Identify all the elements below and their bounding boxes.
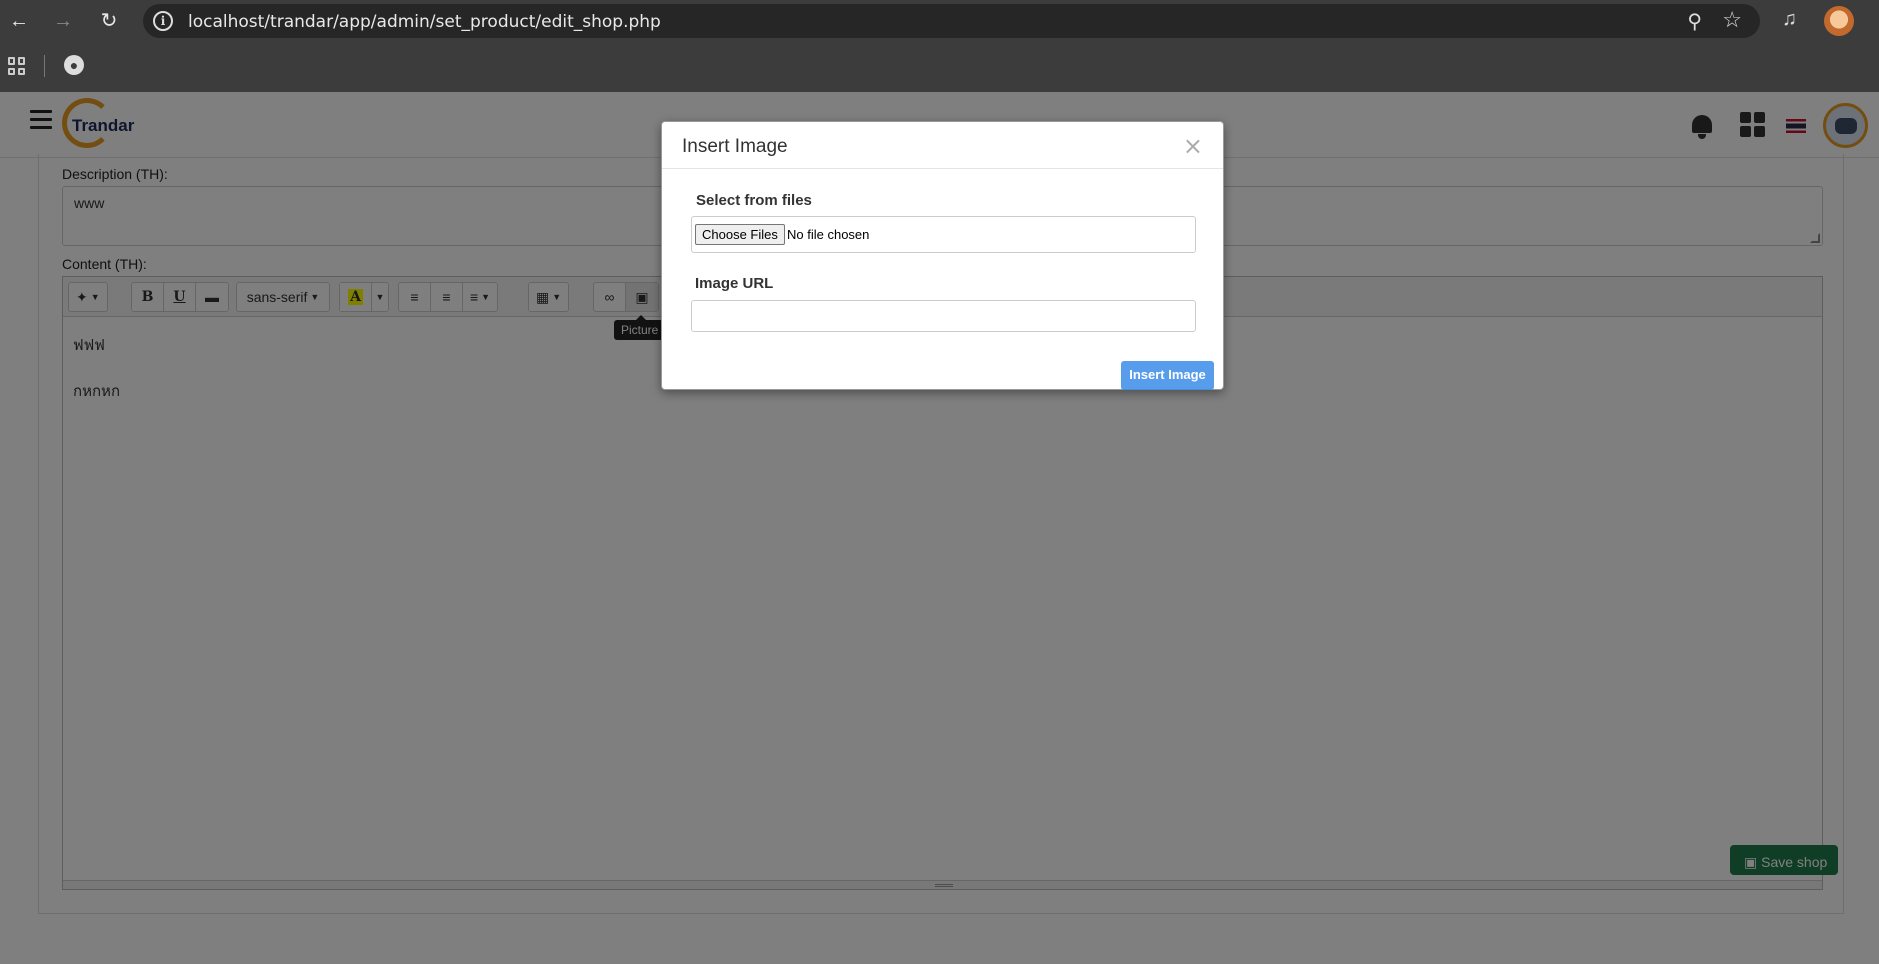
- image-url-label: Image URL: [695, 275, 774, 292]
- profile-avatar[interactable]: [1824, 6, 1854, 36]
- file-input[interactable]: Choose Files No file chosen: [691, 216, 1196, 253]
- insert-image-button[interactable]: Insert Image: [1121, 361, 1214, 390]
- media-control-icon[interactable]: ♫: [1782, 8, 1797, 31]
- address-bar[interactable]: i localhost/trandar/app/admin/set_produc…: [143, 4, 1760, 38]
- apps-grid-icon[interactable]: [8, 57, 26, 75]
- choose-files-button[interactable]: Choose Files: [695, 224, 785, 245]
- reload-icon[interactable]: ↻: [96, 8, 122, 34]
- zoom-icon[interactable]: ⚲: [1687, 9, 1702, 34]
- bookmarks-divider: [44, 55, 45, 77]
- back-icon[interactable]: ←: [6, 8, 32, 34]
- address-url[interactable]: localhost/trandar/app/admin/set_product/…: [188, 12, 661, 32]
- modal-title: Insert Image: [682, 136, 788, 157]
- close-icon[interactable]: ×: [1183, 132, 1203, 160]
- browser-toolbar: ← → ↻ i localhost/trandar/app/admin/set_…: [0, 0, 1879, 42]
- insert-image-dialog: Insert Image × Select from files Choose …: [661, 121, 1224, 390]
- site-info-icon[interactable]: i: [153, 11, 173, 31]
- bookmarks-bar: ●: [0, 42, 1879, 92]
- bookmark-star-icon[interactable]: ☆: [1722, 7, 1742, 33]
- image-url-input[interactable]: [691, 300, 1196, 332]
- select-files-label: Select from files: [696, 192, 812, 209]
- modal-header: Insert Image ×: [662, 122, 1223, 169]
- forward-icon[interactable]: →: [50, 8, 76, 34]
- globe-icon[interactable]: ●: [64, 55, 84, 75]
- file-status: No file chosen: [787, 227, 870, 242]
